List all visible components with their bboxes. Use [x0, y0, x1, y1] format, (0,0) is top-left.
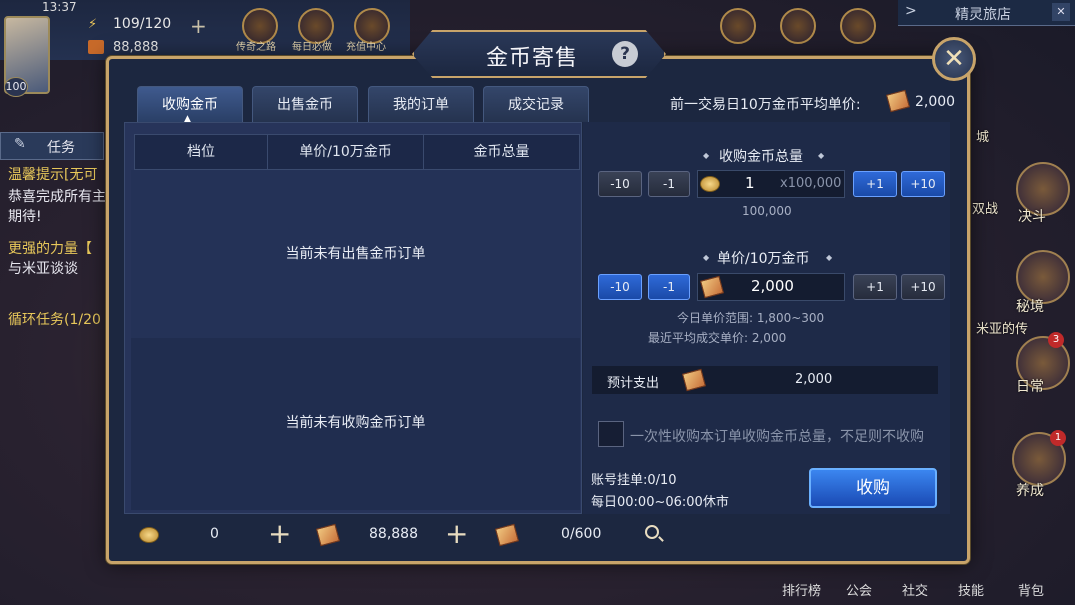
bottom-nav-ranking[interactable]: 排行榜 [782, 580, 821, 599]
price-value: 2,000 [751, 277, 794, 295]
price-minus-1-button[interactable]: -1 [648, 274, 690, 300]
diamond-ornament-icon: ◆ [703, 253, 710, 262]
quest-line[interactable]: 更强的力量【 [8, 238, 92, 258]
modal-title: 金币寄售 [486, 46, 579, 71]
quest-line[interactable]: 与米亚谈谈 [8, 258, 78, 278]
clock-text: 13:37 [42, 0, 77, 14]
stamina-value: 109/120 [113, 16, 172, 32]
player-level-badge: 100 [4, 77, 28, 97]
gem-value: 88,888 [113, 40, 159, 55]
quest-line[interactable]: 循环任务(1/20 [8, 309, 101, 329]
hud-menu-legend-road[interactable]: 传奇之路 [236, 38, 276, 53]
qty-minus-1-button[interactable]: -1 [648, 171, 690, 197]
add-gold-button[interactable]: + [268, 520, 291, 548]
quest-line[interactable]: 温馨提示[无可 [8, 164, 97, 184]
expense-value: 2,000 [795, 372, 833, 387]
avg-price-value: 2,000 [915, 94, 956, 110]
bottom-nav-skills[interactable]: 技能 [958, 580, 984, 599]
scroll-currency-balance: 88,888 [369, 526, 418, 542]
gold-coin-balance: 0 [210, 526, 219, 542]
side-text: 城 [976, 130, 990, 145]
search-icon[interactable] [645, 525, 659, 539]
gold-coin-icon [700, 176, 720, 192]
hud-icon-shop[interactable] [780, 8, 816, 44]
recent-avg-text: 最近平均成交单价: 2,000 [648, 331, 787, 345]
qty-total: 100,000 [742, 204, 792, 218]
buy-button[interactable]: 收购 [809, 468, 937, 508]
right-icon-label: 日常 [1016, 379, 1044, 395]
price-section-title: 单价/10万金币 [717, 251, 810, 267]
add-stamina-button[interactable]: + [190, 14, 207, 38]
quest-line[interactable]: 恭喜完成所有主 [8, 186, 106, 206]
table-header: 档位 单价/10万金币 金币总量 [134, 134, 580, 170]
add-scroll-button[interactable]: + [445, 520, 468, 548]
ticket-count: 0/600 [561, 526, 602, 542]
price-minus-10-button[interactable]: -10 [598, 274, 642, 300]
empty-buy-orders-text: 当前未有收购金币订单 [285, 415, 426, 431]
right-icon-label: 养成 [1016, 483, 1044, 499]
hud-menu-recharge[interactable]: 充值中心 [346, 38, 386, 53]
buy-orders-section: 当前未有收购金币订单 [131, 338, 580, 510]
top-right-panel-title: 精灵旅店 [955, 7, 1011, 23]
diamond-ornament-icon: ◆ [818, 151, 825, 160]
qty-value: 1 [745, 174, 755, 192]
price-plus-1-button[interactable]: +1 [853, 274, 897, 300]
hud-menu-daily[interactable]: 每日必做 [292, 38, 332, 53]
notification-badge: 3 [1048, 332, 1064, 348]
gold-coin-icon [139, 527, 159, 543]
qty-plus-10-button[interactable]: +10 [901, 171, 945, 197]
qty-section-title: 收购金币总量 [719, 149, 803, 165]
stamina-icon: ⚡ [88, 17, 98, 32]
hud-icon-auction[interactable] [720, 8, 756, 44]
question-icon[interactable]: ? [612, 41, 638, 67]
market-hours-text: 每日00:00~06:00休市 [591, 495, 729, 510]
price-range-text: 今日单价范围: 1,800~300 [677, 311, 825, 325]
all-or-nothing-label[interactable]: 一次性收购本订单收购金币总量，不足则不收购 [630, 426, 924, 446]
expense-label: 预计支出 [607, 376, 660, 391]
right-icon-label: 决斗 [1018, 209, 1046, 225]
account-orders-text: 账号挂单:0/10 [591, 473, 677, 488]
notification-badge: 1 [1050, 430, 1066, 446]
tab-my-orders[interactable]: 我的订单 [368, 86, 474, 122]
expand-arrow-icon[interactable]: > [905, 3, 917, 19]
top-right-close-icon[interactable]: ✕ [1052, 3, 1070, 21]
task-label: 任务 [47, 140, 75, 156]
gem-icon [88, 40, 104, 54]
all-or-nothing-checkbox[interactable] [598, 421, 624, 447]
bottom-nav-bag[interactable]: 背包 [1018, 580, 1044, 599]
avg-price-label: 前一交易日10万金币平均单价: [670, 97, 861, 113]
scroll-task-icon: ✎ [14, 136, 26, 152]
column-header-total: 金币总量 [473, 144, 530, 160]
qty-plus-1-button[interactable]: +1 [853, 171, 897, 197]
column-header-tier: 档位 [135, 135, 268, 169]
hud-icon-gift[interactable] [840, 8, 876, 44]
tab-sell-gold[interactable]: 出售金币 [252, 86, 358, 122]
qty-minus-10-button[interactable]: -10 [598, 171, 642, 197]
empty-sell-orders-text: 当前未有出售金币订单 [285, 246, 426, 262]
tab-trade-history[interactable]: 成交记录 [483, 86, 589, 122]
side-text: 双战 [972, 202, 999, 217]
price-plus-10-button[interactable]: +10 [901, 274, 945, 300]
sell-orders-section: 当前未有出售金币订单 [131, 170, 580, 338]
quest-line[interactable]: 期待! [8, 206, 42, 226]
side-text: 米亚的传 [976, 322, 1029, 337]
qty-unit: x100,000 [780, 176, 842, 191]
diamond-ornament-icon: ◆ [826, 253, 833, 262]
column-header-unit-price: 单价/10万金币 [268, 135, 424, 169]
active-tab-indicator-icon: ▲ [184, 114, 191, 124]
right-icon-label: 秘境 [1016, 299, 1044, 315]
close-icon[interactable]: ✕ [932, 37, 976, 81]
diamond-ornament-icon: ◆ [703, 151, 710, 160]
bottom-nav-social[interactable]: 社交 [902, 580, 928, 599]
bottom-nav-guild[interactable]: 公会 [846, 580, 872, 599]
